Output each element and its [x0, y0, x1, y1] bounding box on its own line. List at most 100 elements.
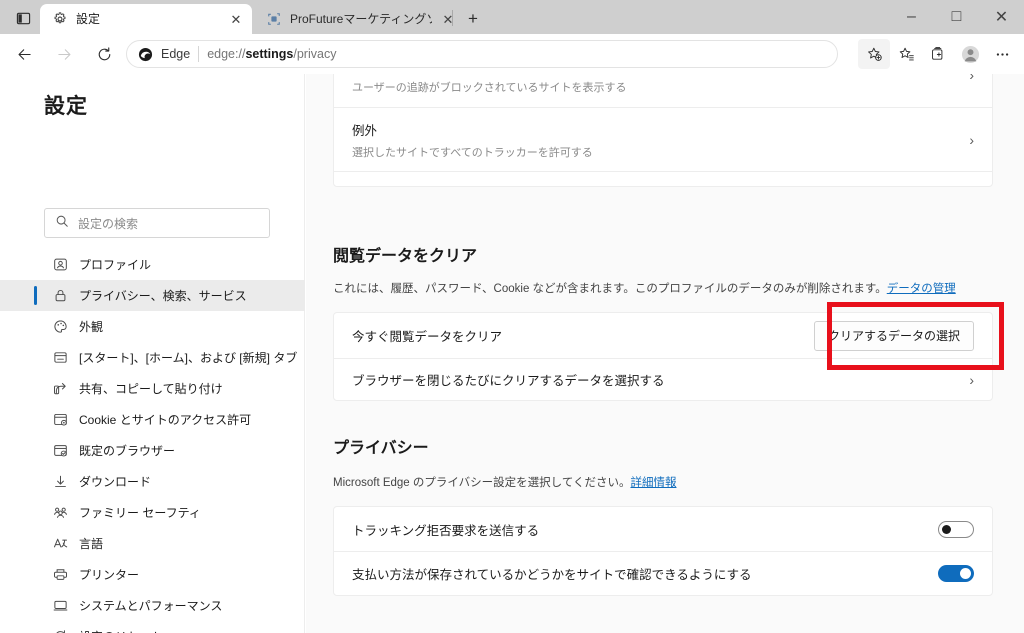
- sidebar-item-label: プリンター: [79, 568, 140, 582]
- favorites-icon[interactable]: [890, 39, 922, 69]
- do-not-track-toggle[interactable]: [938, 520, 974, 538]
- omnibox-url: edge://settings/privacy: [207, 47, 336, 61]
- learn-more-link[interactable]: 詳細情報: [630, 477, 676, 489]
- tab-title: 設定: [76, 12, 101, 26]
- page-title: 設定: [44, 95, 88, 118]
- tab-close-button[interactable]: ✕: [228, 11, 244, 27]
- settings-nav-list: プロファイル プライバシー、検索、サービス 外観 [スタート]、[ホーム]、およ…: [0, 249, 305, 633]
- row-title: 例外: [352, 123, 378, 138]
- clear-on-close-row[interactable]: ブラウザーを閉じるたびにクリアするデータを選択する ›: [334, 358, 992, 400]
- section-heading: プライバシー: [333, 440, 429, 457]
- search-icon: [55, 214, 69, 233]
- sidebar-item-privacy-search-services[interactable]: プライバシー、検索、サービス: [0, 280, 305, 311]
- tab-close-button[interactable]: ✕: [440, 11, 456, 27]
- sidebar-item-printers[interactable]: プリンター: [0, 559, 305, 590]
- download-icon: [52, 474, 68, 490]
- navigation-toolbar: Edge edge://settings/privacy: [0, 34, 1024, 74]
- vertical-tabs-icon[interactable]: [8, 6, 38, 30]
- sidebar-item-share-copy-paste[interactable]: 共有、コピーして貼り付け: [0, 373, 305, 404]
- sidebar-item-system-performance[interactable]: システムとパフォーマンス: [0, 590, 305, 621]
- add-favorite-icon[interactable]: [858, 39, 890, 69]
- tab-profuture[interactable]: ProFutureマーケティングソリューション ✕: [254, 4, 464, 34]
- sidebar-item-cookies-site-permissions[interactable]: Cookie とサイトのアクセス許可: [0, 404, 305, 435]
- maximize-button[interactable]: □: [934, 0, 979, 34]
- sidebar-item-label: 共有、コピーして貼り付け: [79, 382, 223, 396]
- tab-title: ProFutureマーケティングソリューション: [290, 12, 432, 26]
- reload-button[interactable]: [88, 39, 120, 69]
- sidebar-item-label: ダウンロード: [79, 475, 152, 489]
- palette-icon: [52, 319, 68, 335]
- gear-icon: [52, 11, 68, 27]
- sidebar-item-downloads[interactable]: ダウンロード: [0, 466, 305, 497]
- section-description: これには、履歴、パスワード、Cookie などが含まれます。このプロファイルのデ…: [333, 280, 993, 296]
- manage-data-link[interactable]: データの管理: [887, 283, 956, 295]
- sidebar-item-appearance[interactable]: 外観: [0, 311, 305, 342]
- forward-button[interactable]: [48, 39, 80, 69]
- chevron-right-icon: ›: [969, 131, 974, 148]
- do-not-track-row: トラッキング拒否要求を送信する: [334, 507, 992, 551]
- close-window-button[interactable]: ✕: [979, 0, 1024, 34]
- sidebar-item-label: ファミリー セーフティ: [79, 506, 201, 520]
- sidebar-item-profile[interactable]: プロファイル: [0, 249, 305, 280]
- sidebar-item-label: Cookie とサイトのアクセス許可: [79, 413, 252, 427]
- collections-icon[interactable]: [922, 39, 954, 69]
- sidebar-item-languages[interactable]: 言語: [0, 528, 305, 559]
- sidebar-item-label: プライバシー、検索、サービス: [79, 289, 247, 303]
- sidebar-item-label: [スタート]、[ホーム]、および [新規] タブ: [79, 351, 298, 365]
- title-bar: 設定 ✕ ProFutureマーケティングソリューション ✕ + – □ ✕: [0, 0, 1024, 34]
- chevron-right-icon: ›: [969, 74, 974, 83]
- new-tab-button[interactable]: +: [460, 7, 486, 31]
- minimize-button[interactable]: –: [889, 0, 934, 34]
- sidebar-item-start-home-newtab[interactable]: [スタート]、[ホーム]、および [新規] タブ: [0, 342, 305, 373]
- tab-settings[interactable]: 設定 ✕: [40, 4, 252, 34]
- cookie-permissions-icon: [52, 412, 68, 428]
- page-content: 設定 設定の検索 プロファイル プライバシー、検索、サービス 外観 [スタート]…: [0, 74, 1024, 633]
- blocked-trackers-row[interactable]: ブロックされたトラッカー ユーザーの追跡がブロックされているサイトを表示する ›: [334, 74, 992, 107]
- url-prefix: edge://: [207, 47, 246, 61]
- url-path: /privacy: [293, 47, 337, 61]
- reset-icon: [52, 629, 68, 633]
- printer-icon: [52, 567, 68, 583]
- exceptions-row[interactable]: 例外 選択したサイトですべてのトラッカーを許可する ›: [334, 107, 992, 171]
- row-title: 今すぐ閲覧データをクリア: [352, 330, 503, 344]
- search-placeholder: 設定の検索: [78, 216, 139, 231]
- row-subtitle: ユーザーの追跡がブロックされているサイトを表示する: [352, 82, 627, 94]
- default-browser-icon: [52, 443, 68, 459]
- sidebar-item-reset-settings[interactable]: 設定のリセット: [0, 621, 305, 633]
- clear-now-row: 今すぐ閲覧データをクリア クリアするデータの選択: [334, 313, 992, 358]
- lock-icon: [52, 288, 68, 304]
- section-description-text: Microsoft Edge のプライバシー設定を選択してください。: [333, 477, 631, 489]
- sidebar-item-default-browser[interactable]: 既定のブラウザー: [0, 435, 305, 466]
- page-icon: [266, 11, 282, 27]
- profile-icon: [52, 257, 68, 273]
- clear-browsing-data-card: 今すぐ閲覧データをクリア クリアするデータの選択 ブラウザーを閉じるたびにクリア…: [333, 312, 993, 401]
- back-button[interactable]: [8, 39, 40, 69]
- payment-methods-toggle[interactable]: [938, 565, 974, 582]
- row-title: 支払い方法が保存されているかどうかをサイトで確認できるようにする: [352, 568, 752, 582]
- row-title: ブラウザーを閉じるたびにクリアするデータを選択する: [352, 374, 665, 388]
- row-title: トラッキング拒否要求を送信する: [352, 523, 540, 538]
- choose-what-to-clear-button[interactable]: クリアするデータの選択: [813, 320, 974, 351]
- tracking-prevention-card: ブロックされたトラッカー ユーザーの追跡がブロックされているサイトを表示する ›…: [333, 74, 993, 187]
- inprivate-strict-row[interactable]: InPrivate で閲覧するときは、常に “厳密” な追跡防止を使用する: [334, 171, 992, 186]
- clear-browsing-data-section: 閲覧データをクリア これには、履歴、パスワード、Cookie などが含まれます。…: [333, 242, 993, 401]
- sidebar-item-label: システムとパフォーマンス: [79, 599, 223, 613]
- address-bar[interactable]: Edge edge://settings/privacy: [126, 40, 838, 68]
- section-heading: 閲覧データをクリア: [333, 248, 478, 265]
- edge-logo-icon: [137, 46, 153, 62]
- settings-main-pane: ブロックされたトラッカー ユーザーの追跡がブロックされているサイトを表示する ›…: [306, 74, 1024, 633]
- search-settings-input[interactable]: 設定の検索: [44, 208, 270, 238]
- url-host: settings: [245, 47, 294, 61]
- sidebar-item-label: 設定のリセット: [79, 628, 163, 633]
- profile-avatar-icon[interactable]: [954, 39, 986, 69]
- share-icon: [52, 381, 68, 397]
- sidebar-item-family-safety[interactable]: ファミリー セーフティ: [0, 497, 305, 528]
- window-icon: [52, 350, 68, 366]
- privacy-section: プライバシー Microsoft Edge のプライバシー設定を選択してください…: [333, 434, 993, 596]
- toolbar-icons: [858, 39, 1018, 69]
- window-controls: – □ ✕: [889, 0, 1024, 34]
- more-settings-icon[interactable]: [986, 39, 1018, 69]
- sidebar-item-label: 外観: [79, 320, 104, 334]
- row-subtitle: 選択したサイトですべてのトラッカーを許可する: [352, 146, 593, 159]
- section-description-text: これには、履歴、パスワード、Cookie などが含まれます。このプロファイルのデ…: [333, 283, 887, 295]
